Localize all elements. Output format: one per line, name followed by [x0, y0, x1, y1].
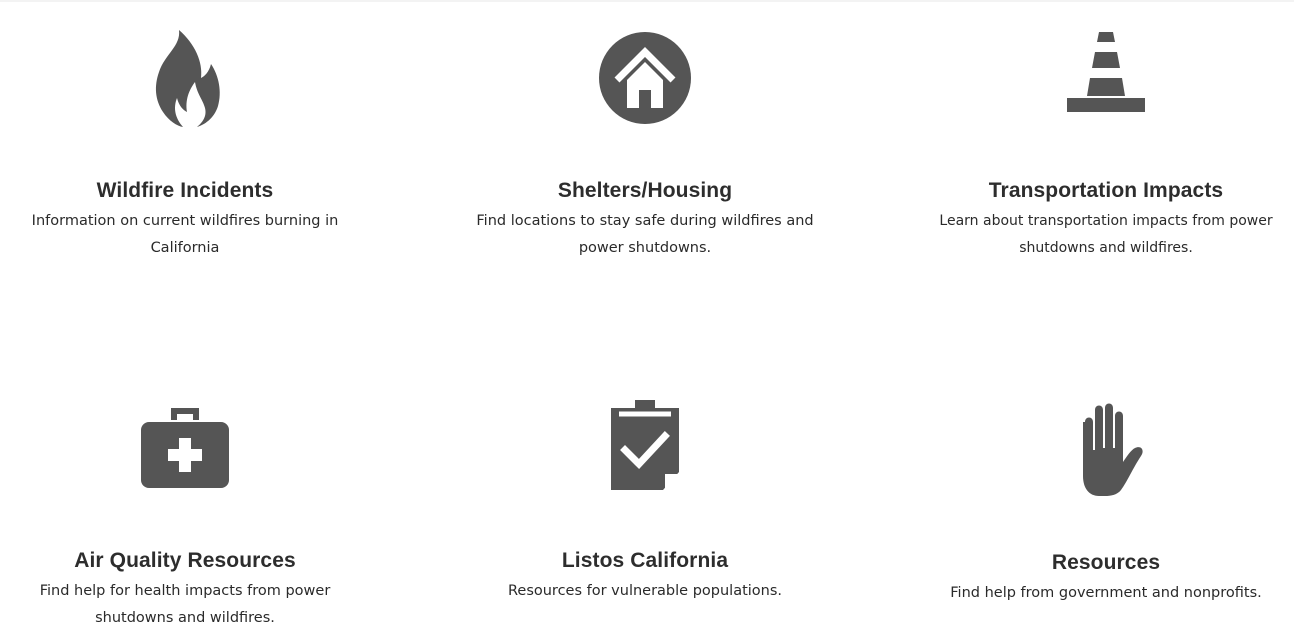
card-transportation-impacts[interactable]: Transportation Impacts Learn about trans… [916, 28, 1294, 262]
card-description: Learn about transportation impacts from … [916, 208, 1294, 262]
desc-line: Resources for vulnerable populations. [507, 583, 783, 599]
card-title[interactable]: Transportation Impacts [916, 178, 1294, 204]
traffic-cone-icon [1067, 32, 1145, 112]
card-description: Resources for vulnerable populations. [455, 578, 835, 605]
house-circle-icon [599, 32, 691, 124]
card-description: Find locations to stay safe during wildf… [455, 208, 835, 262]
card-resources[interactable]: Resources Find help from government and … [916, 400, 1294, 607]
card-title[interactable]: Air Quality Resources [0, 548, 375, 574]
card-description: Information on current wildfires burning… [0, 208, 375, 262]
card-title[interactable]: Resources [916, 550, 1294, 576]
card-title[interactable]: Shelters/Housing [455, 178, 835, 204]
card-listos-california[interactable]: Listos California Resources for vulnerab… [455, 398, 835, 605]
desc-line: shutdowns and wildfires. [1019, 240, 1193, 256]
hand-stop-icon [1083, 403, 1143, 496]
first-aid-kit-icon [141, 408, 229, 488]
flame-icon [155, 30, 220, 127]
card-title[interactable]: Listos California [455, 548, 835, 574]
top-divider [0, 0, 1294, 2]
card-description: Find help for health impacts from power … [0, 578, 375, 632]
desc-line: California [150, 240, 220, 256]
card-title[interactable]: Wildfire Incidents [0, 178, 375, 204]
clipboard-check-icon [611, 400, 679, 490]
desc-line: Information on current wildfires burning… [31, 213, 339, 229]
desc-line: Learn about transportation impacts from … [939, 213, 1273, 229]
card-shelters-housing[interactable]: Shelters/Housing Find locations to stay … [455, 28, 835, 262]
desc-line: shutdowns and wildfires. [95, 610, 275, 626]
card-air-quality-resources[interactable]: Air Quality Resources Find help for heal… [0, 402, 375, 632]
card-wildfire-incidents[interactable]: Wildfire Incidents Information on curren… [0, 28, 375, 262]
desc-line: Find help from government and nonprofits… [950, 585, 1262, 601]
card-description: Find help from government and nonprofits… [916, 580, 1294, 607]
desc-line: power shutdowns. [578, 240, 712, 256]
desc-line: Find help for health impacts from power [39, 583, 331, 599]
desc-line: Find locations to stay safe during wildf… [476, 213, 814, 229]
